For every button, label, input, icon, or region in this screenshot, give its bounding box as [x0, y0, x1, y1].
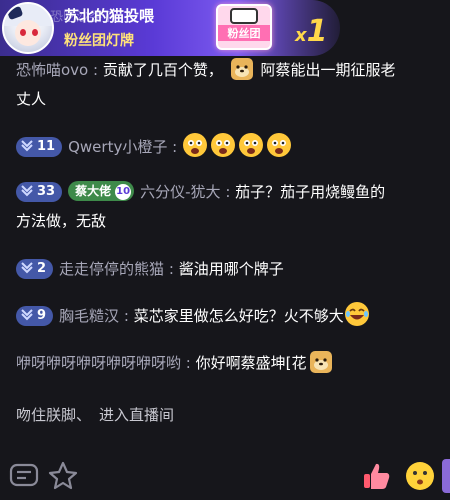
gift-icon-label: 粉丝团 — [218, 25, 270, 41]
enter-text: 进入直播间 — [99, 406, 175, 424]
chat-text: 你好啊蔡盛坤[花 — [195, 354, 307, 372]
scared-emoji-icon — [210, 133, 235, 157]
sender-avatar[interactable] — [2, 2, 54, 54]
chat-username[interactable]: 走走停停的熊猫 — [59, 260, 164, 278]
chat-text: 茄子？茄子用烧鳗鱼的 — [235, 183, 386, 201]
chevron-level-icon — [21, 262, 33, 274]
chat-username[interactable]: 胸毛糙汉 — [59, 307, 119, 325]
scared-emoji-icon — [238, 133, 263, 157]
chevron-level-icon — [21, 309, 33, 321]
chat-message[interactable]: 恐怖喵ovo : 贡献了几百个赞， 阿蔡能出一期征服老 丈人 — [16, 56, 442, 114]
chat-message[interactable]: 11 Qwerty小橙子 : — [16, 132, 442, 162]
user-level-badge: 11 — [16, 137, 63, 157]
chevron-level-icon — [21, 185, 33, 197]
chat-username[interactable]: Qwerty小橙子 — [68, 138, 167, 156]
bottom-toolbar — [0, 445, 450, 500]
more-gifts-edge[interactable] — [442, 459, 450, 493]
gift-sender-title: 苏北的猫投喂 — [64, 7, 155, 25]
chat-text: 贡献了几百个赞， — [102, 61, 223, 79]
star-icon[interactable] — [46, 459, 80, 493]
chat-text: 酱油用哪个牌子 — [178, 260, 284, 278]
chat-message[interactable]: 33 蔡大佬 10 六分仪-犹大 : 茄子？茄子用烧鳗鱼的 方法做，无敌 — [16, 178, 442, 236]
scared-emoji-icon — [182, 133, 207, 157]
fan-club-badge: 蔡大佬 10 — [68, 181, 135, 201]
user-level-badge: 9 — [16, 306, 54, 326]
chevron-level-icon — [21, 140, 33, 152]
comment-icon[interactable] — [8, 459, 42, 493]
emoji-face-icon[interactable] — [403, 459, 437, 493]
chat-username[interactable]: 六分仪-犹大 — [140, 183, 220, 201]
chat-username[interactable]: 咿呀咿呀咿呀咿呀咿呀哟 — [16, 354, 181, 372]
scared-emoji-icon — [266, 133, 291, 157]
user-level-badge: 2 — [16, 259, 54, 279]
doge-emoji-icon — [230, 58, 253, 80]
enter-room-notice: 吻住朕脚、 进入直播间 — [16, 404, 182, 425]
gift-name: 粉丝团灯牌 — [64, 33, 134, 49]
chat-text: 菜芯家里做怎么好吃？火不够大 — [133, 307, 344, 325]
laughing-tears-emoji-icon — [344, 302, 369, 326]
chat-message[interactable]: 2 走走停停的熊猫 : 酱油用哪个牌子 — [16, 255, 442, 284]
thumbs-up-icon[interactable] — [360, 459, 394, 493]
user-level-badge: 33 — [16, 182, 63, 202]
doge-emoji-icon — [309, 351, 332, 373]
gift-count: x1 — [295, 14, 328, 49]
chat-message[interactable]: 咿呀咿呀咿呀咿呀咿呀哟 : 你好啊蔡盛坤[花 — [16, 349, 442, 378]
enter-username[interactable]: 吻住朕脚、 — [16, 406, 91, 424]
gift-banner: 恐吃沙委了 苏北的猫投喂 粉丝团灯牌 — [0, 0, 340, 56]
fan-club-gift-icon: 粉丝团 — [216, 4, 272, 50]
chat-message[interactable]: 9 胸毛糙汉 : 菜芯家里做怎么好吃？火不够大 — [16, 301, 442, 331]
chat-username[interactable]: 恐怖喵ovo — [16, 61, 88, 79]
